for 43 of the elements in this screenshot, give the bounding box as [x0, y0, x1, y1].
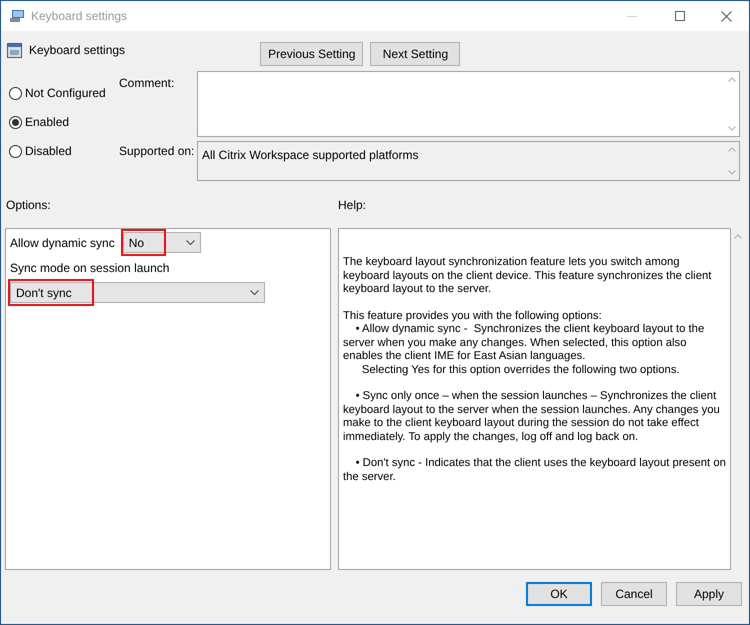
comment-field[interactable]	[197, 71, 740, 137]
radio-label: Enabled	[25, 114, 70, 131]
dropdown[interactable]: Don't sync	[10, 282, 265, 303]
supported-on-label: Supported on:	[119, 143, 196, 160]
help-text: • Sync only once – when the session launches – Synchronizes the client keyboard layout to the server when the session launches. Any changes you make to the client keyboard layout during the session do not take effect immediately. To apply the changes, log off and log back on.	[343, 390, 721, 444]
nav-button[interactable]: Previous Setting	[260, 42, 364, 66]
comment-label: Comment:	[119, 75, 176, 92]
options-label: Options:	[5, 197, 52, 214]
radio-option[interactable]: Not Configured	[9, 84, 106, 102]
dynamic-sync-label: Allow dynamic sync	[10, 234, 115, 252]
policy-title: Keyboard settings	[29, 42, 126, 59]
radio-button[interactable]	[9, 86, 22, 100]
close-icon[interactable]	[721, 10, 732, 22]
dropdown-value: No	[128, 234, 146, 252]
window-title: Keyboard settings	[31, 8, 128, 25]
sync-mode-label: Sync mode on session launch	[10, 260, 170, 277]
help-text: The keyboard layout synchronization feature lets you switch among keyboard layouts on the client device. This feature synchronizes the client keyboard layout to the server.	[343, 256, 712, 296]
dialog-button[interactable]: OK	[526, 582, 592, 606]
caret-icon	[250, 290, 259, 295]
dropdown[interactable]: No	[122, 232, 201, 253]
radio-button[interactable]	[9, 116, 22, 128]
radio-option[interactable]: Enabled	[9, 113, 70, 131]
dialog-button[interactable]: Cancel	[601, 582, 667, 606]
radio-button[interactable]	[9, 144, 22, 158]
settings-page-icon	[7, 43, 22, 58]
dropdown-value: Don't sync	[16, 284, 73, 302]
help-text: • Don't sync - Indicates that the client uses the keyboard layout present on the server.	[343, 457, 726, 484]
scroll-up-icon[interactable]	[728, 77, 736, 82]
scroll-down-icon[interactable]	[728, 126, 736, 131]
supported-on-text: All Citrix Workspace supported platforms	[201, 147, 420, 164]
caret-icon	[186, 240, 195, 245]
scroll-down-icon[interactable]	[728, 170, 736, 175]
computer-icon	[9, 9, 25, 23]
radio-label: Not Configured	[25, 85, 106, 102]
help-text: This feature provides you with the following options: • Allow dynamic sync - Synchronizes the client keyboard layout to the server when you make any changes. When selected, this option also enables the client IME for East Asian languages. Selecting Yes for this option overrides the following two options.	[343, 310, 706, 377]
nav-button[interactable]: Next Setting	[370, 42, 460, 66]
help-label: Help:	[338, 197, 366, 214]
dialog-button[interactable]: Apply	[676, 582, 742, 606]
radio-label: Disabled	[25, 143, 72, 160]
radio-option[interactable]: Disabled	[9, 142, 72, 160]
scroll-up-icon[interactable]	[728, 147, 736, 152]
scroll-up-icon[interactable]	[734, 234, 742, 239]
maximize-icon[interactable]	[675, 11, 685, 21]
